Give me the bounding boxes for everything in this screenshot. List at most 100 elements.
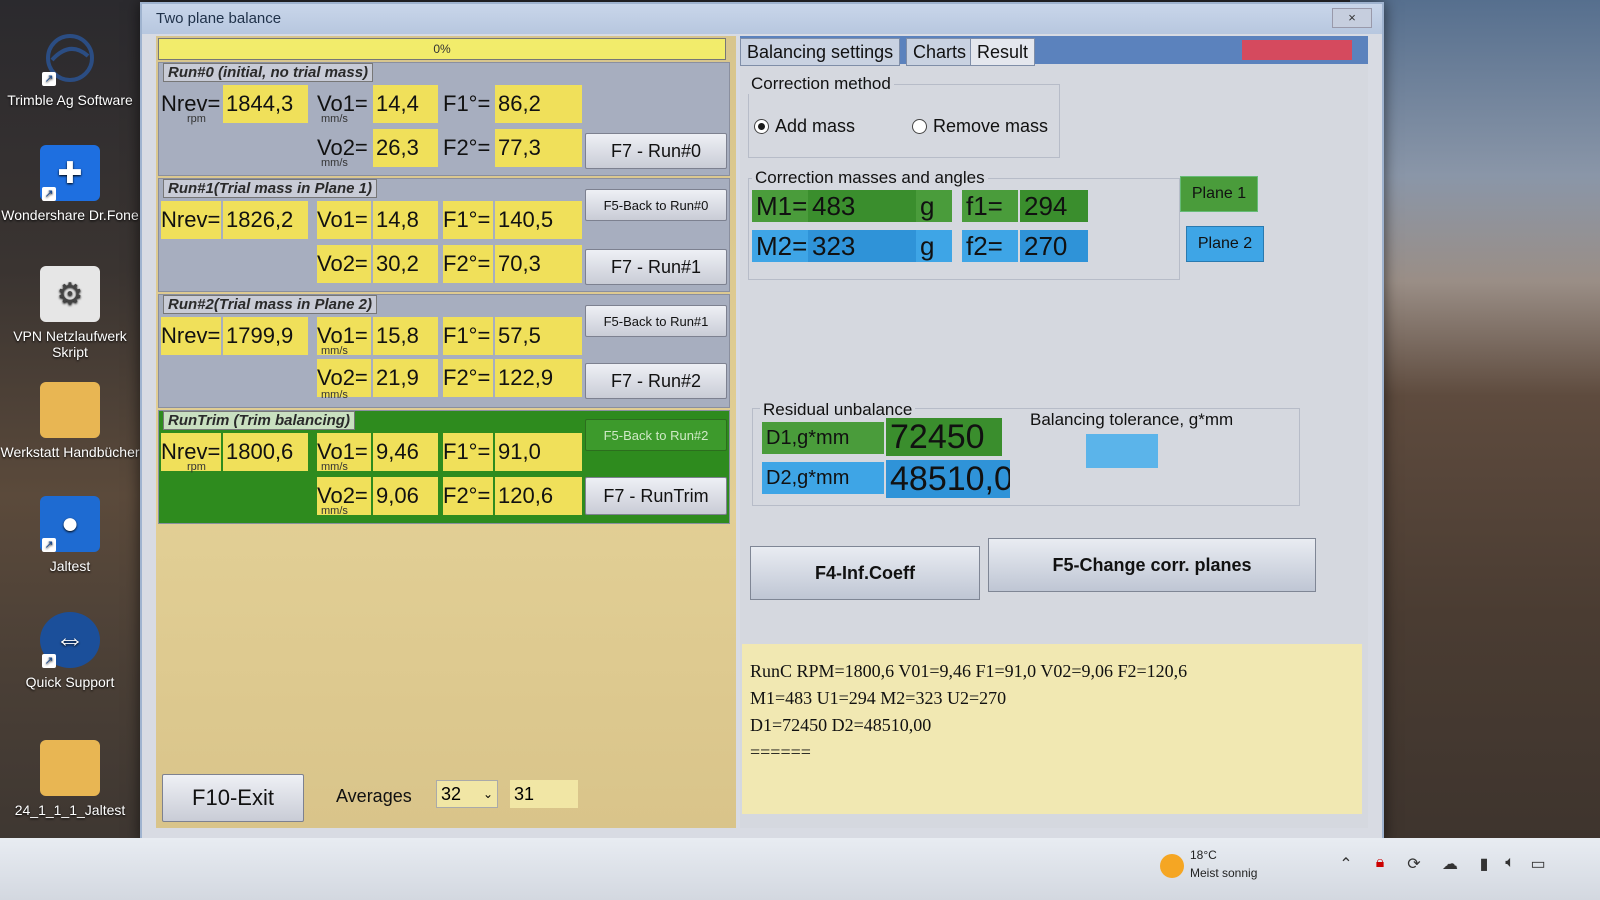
remove-mass-radio[interactable]: Remove mass <box>912 116 1048 137</box>
vo1-label: Vo1= <box>317 201 371 239</box>
m1-unit: g <box>916 190 952 222</box>
f2-value: 120,6 <box>495 477 582 515</box>
lock-icon[interactable]: 🔒︎ <box>1370 854 1390 874</box>
m1-value: 483 <box>808 190 916 222</box>
vo2-value: 21,9 <box>373 359 438 397</box>
desktop-icon-label: Werkstatt Handbücher <box>0 444 140 460</box>
run1-button[interactable]: F7 - Run#1 <box>585 249 727 285</box>
desktop-icon-quicksupport[interactable]: ⇔ ↗ Quick Support <box>0 612 140 690</box>
averages-label: Averages <box>336 786 412 806</box>
run-0-group: Run#0 (initial, no trial mass) Nrev= rpm… <box>158 62 730 176</box>
f2-label: f2= <box>962 230 1018 262</box>
f1-value: 140,5 <box>495 201 582 239</box>
desktop-icon-drfone[interactable]: ✚ ↗ Wondershare Dr.Fone <box>0 145 140 223</box>
gear-icon: ⚙ <box>40 266 100 322</box>
result-log: RunC RPM=1800,6 V01=9,46 F1=91,0 V02=9,0… <box>742 644 1362 814</box>
d2-value: 48510,0 <box>886 460 1010 498</box>
tab-charts[interactable]: Charts <box>906 38 974 66</box>
desktop-icon-vpn[interactable]: ⚙ VPN Netzlaufwerk Skript <box>0 266 140 360</box>
correction-masses-title: Correction masses and angles <box>752 168 988 188</box>
f1-label: F1°= <box>443 201 493 239</box>
tab-bar: Balancing settings Charts Result <box>740 36 1368 66</box>
tab-balancing-settings[interactable]: Balancing settings <box>740 38 901 66</box>
desktop-icon-jaltest-folder[interactable]: 24_1_1_1_Jaltest <box>0 740 140 818</box>
f1-value: 91,0 <box>495 433 582 471</box>
change-planes-button[interactable]: F5-Change corr. planes <box>988 538 1316 592</box>
plus-icon: ✚ ↗ <box>40 145 100 201</box>
f1-label: F1°= <box>443 317 493 355</box>
two-plane-balance-window: Two plane balance × 0% Run#0 (initial, n… <box>140 2 1384 842</box>
nrev-value: 1844,3 <box>223 85 308 123</box>
run-trim-group: RunTrim (Trim balancing) Nrev= rpm 1800,… <box>158 410 730 524</box>
result-panel: Balancing settings Charts Result Correct… <box>740 36 1368 828</box>
weather-desc: Meist sonnig <box>1190 866 1258 880</box>
nrev-label: Nrev= <box>161 317 221 355</box>
desktop-icon-label: Quick Support <box>25 674 115 690</box>
f2-value: 122,9 <box>495 359 582 397</box>
nrev-label: Nrev= <box>161 201 221 239</box>
f1-label: F1°= <box>443 91 491 116</box>
run2-button[interactable]: F7 - Run#2 <box>585 363 727 399</box>
back-to-run1-button[interactable]: F5-Back to Run#1 <box>585 305 727 337</box>
plane1-button[interactable]: Plane 1 <box>1180 176 1258 212</box>
d1-value: 72450 <box>886 418 1002 456</box>
add-mass-radio[interactable]: Add mass <box>754 116 855 137</box>
mms-unit: mm/s <box>321 157 348 169</box>
log-line: ====== <box>750 742 811 762</box>
desktop-icon-trimble[interactable]: ↗ Trimble Ag Software <box>0 30 140 108</box>
chevron-down-icon: ⌄ <box>482 787 493 801</box>
title-bar: Two plane balance × <box>142 4 1382 34</box>
run0-button[interactable]: F7 - Run#0 <box>585 133 727 169</box>
run-2-group: Run#2(Trial mass in Plane 2) Nrev= 1799,… <box>158 294 730 408</box>
averages-value: 32 <box>441 783 462 804</box>
m2-value: 323 <box>808 230 916 262</box>
nrev-value: 1799,9 <box>223 317 308 355</box>
desktop-icon-label: 24_1_1_1_Jaltest <box>14 802 126 818</box>
back-to-run0-button[interactable]: F5-Back to Run#0 <box>585 189 727 221</box>
speaker-icon[interactable]: 🔈︎ <box>1500 854 1520 874</box>
weather-temp: 18°C <box>1190 848 1217 862</box>
d2-label: D2,g*mm <box>762 462 884 494</box>
f2-label: F2°= <box>443 359 493 397</box>
f2-label: F2°= <box>443 135 491 160</box>
cloud-icon[interactable]: ☁ <box>1440 854 1460 874</box>
taskbar: 18°C Meist sonnig ⌃ 🔒︎ ⟳ ☁ ▮ 🔈︎ ▭ <box>0 838 1600 900</box>
chevron-up-icon[interactable]: ⌃ <box>1336 854 1356 874</box>
vo1-value: 14,4 <box>373 85 438 123</box>
plane2-button[interactable]: Plane 2 <box>1186 226 1264 262</box>
tab-result[interactable]: Result <box>970 38 1036 66</box>
tolerance-input[interactable] <box>1086 434 1158 468</box>
f1-label: f1= <box>962 190 1018 222</box>
back-to-run2-button[interactable]: F5-Back to Run#2 <box>585 419 727 451</box>
vo2-value: 26,3 <box>373 129 438 167</box>
radio-selected-icon <box>754 119 769 134</box>
vo2-label: Vo2= <box>317 245 371 283</box>
bottom-bar: F10-Exit Averages 32 ⌄ 31 <box>156 766 736 826</box>
averages-count: 31 <box>510 780 578 808</box>
averages-select[interactable]: 32 ⌄ <box>436 780 498 808</box>
desktop-icon-werkstatt[interactable]: Werkstatt Handbücher <box>0 382 140 460</box>
mms-unit: mm/s <box>321 461 348 473</box>
sync-icon[interactable]: ⟳ <box>1404 854 1424 874</box>
progress-bar: 0% <box>158 38 726 60</box>
wifi-icon[interactable]: ▮ <box>1474 854 1494 874</box>
f1-value: 57,5 <box>495 317 582 355</box>
window-title: Two plane balance <box>156 10 282 27</box>
d1-label: D1,g*mm <box>762 422 884 454</box>
exit-button[interactable]: F10-Exit <box>162 774 304 822</box>
radio-unselected-icon <box>912 119 927 134</box>
log-line: D1=72450 D2=48510,00 <box>750 715 932 735</box>
inf-coeff-button[interactable]: F4-Inf.Coeff <box>750 546 980 600</box>
close-button[interactable]: × <box>1332 8 1372 28</box>
rpm-unit: rpm <box>187 113 206 125</box>
f2-value: 270 <box>1020 230 1088 262</box>
vo2-value: 9,06 <box>373 477 438 515</box>
desktop-icon-jaltest[interactable]: ● ↗ Jaltest <box>0 496 140 574</box>
vo2-value: 30,2 <box>373 245 438 283</box>
nrev-value: 1826,2 <box>223 201 308 239</box>
runtrim-button[interactable]: F7 - RunTrim <box>585 477 727 515</box>
mms-unit: mm/s <box>321 389 348 401</box>
run-1-group: Run#1(Trial mass in Plane 1) Nrev= 1826,… <box>158 178 730 292</box>
vo1-value: 15,8 <box>373 317 438 355</box>
battery-icon[interactable]: ▭ <box>1528 854 1548 874</box>
